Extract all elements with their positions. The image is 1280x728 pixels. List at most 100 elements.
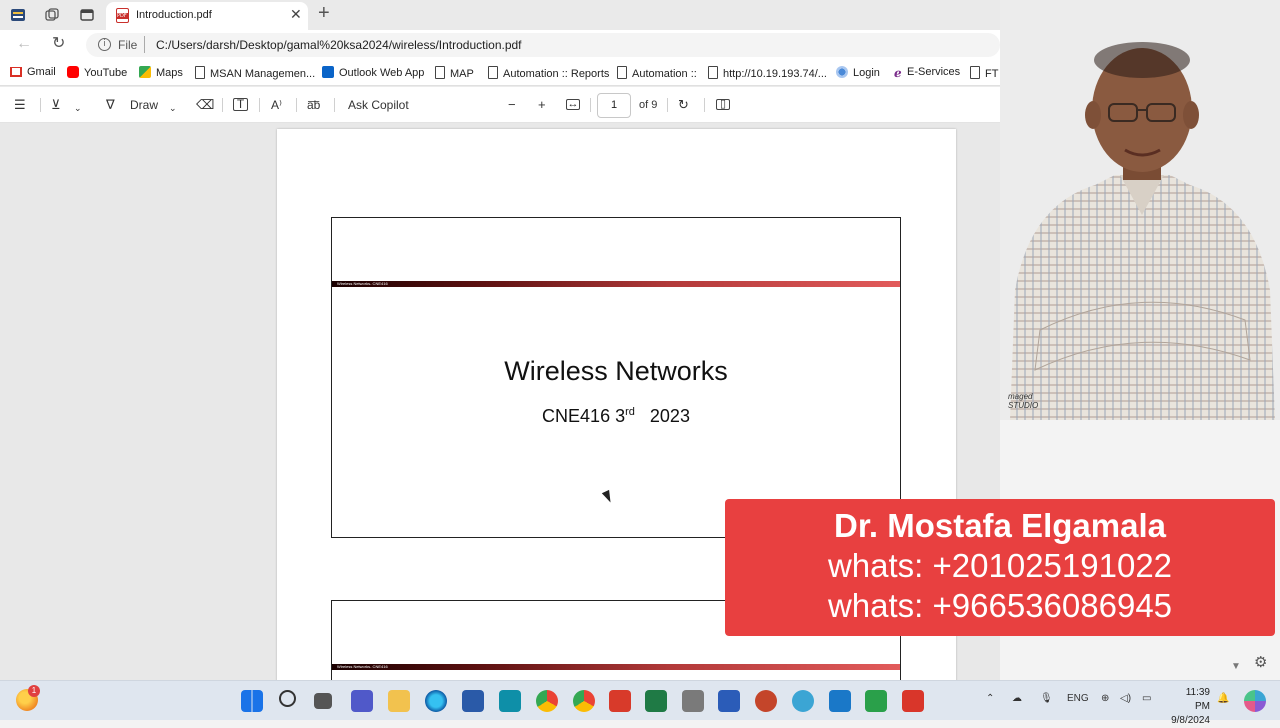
slide-1: Wireless Networks- CNE416 Wireless Netwo… — [331, 217, 901, 538]
text-box-icon[interactable]: T — [233, 98, 248, 111]
ask-copilot-button[interactable]: Ask Copilot — [348, 97, 409, 113]
microphone-icon[interactable]: 🎙 — [1040, 693, 1053, 704]
chevron-down-icon[interactable]: ⌄ — [74, 100, 82, 116]
fit-width-icon[interactable]: ↔ — [566, 99, 580, 110]
network-app-icon[interactable] — [792, 690, 814, 712]
task-view-icon[interactable] — [314, 693, 332, 709]
bookmark-automation[interactable]: Automation :: — [617, 66, 697, 80]
taskbar: 1 ⌃ ☁ 🎙 ENG ⊕ ◁) ▭ 11:39 PM 9/8/2024 🔔 — [0, 680, 1280, 726]
bookmark-eservices[interactable]: ℯ E-Services — [894, 66, 960, 79]
chrome-profile-icon[interactable] — [573, 690, 595, 712]
gear-icon[interactable]: ⚙ — [1254, 653, 1267, 671]
bookmark-map[interactable]: MAP — [435, 66, 474, 80]
bookmark-label: FT — [985, 68, 999, 80]
bookmark-ft[interactable]: FT — [970, 66, 998, 80]
eraser-icon[interactable]: ⌫ — [196, 97, 214, 113]
bookmark-msan[interactable]: MSAN Managemen... — [195, 66, 315, 80]
new-tab-icon[interactable]: + — [318, 3, 330, 23]
slide-header-band: Wireless Networks- CNE416 — [332, 664, 900, 670]
chevron-down-icon[interactable]: ⌄ — [169, 100, 177, 116]
page-icon — [435, 66, 445, 79]
bookmark-login[interactable]: Login — [836, 66, 880, 79]
bookmark-label: Outlook Web App — [339, 67, 425, 79]
bookmark-label: E-Services — [907, 66, 961, 78]
cloud-icon[interactable]: ☁ — [1012, 693, 1022, 704]
search-icon[interactable] — [279, 690, 296, 707]
store-icon[interactable] — [462, 690, 484, 712]
page-view-icon[interactable]: ▯ — [716, 99, 730, 110]
bookmark-automation-reports[interactable]: Automation :: Reports — [488, 66, 609, 80]
bookmark-label: YouTube — [84, 67, 128, 79]
app-icon[interactable] — [499, 690, 521, 712]
page-icon — [970, 66, 980, 79]
url-field[interactable]: i File C:/Users/darsh/Desktop/gamal%20ks… — [86, 33, 1000, 57]
info-icon[interactable]: i — [98, 38, 111, 51]
gmail-icon — [10, 67, 22, 77]
chevron-up-icon[interactable]: ⌃ — [986, 693, 994, 704]
url-separator — [144, 36, 145, 53]
tab-introduction-pdf[interactable]: Introduction.pdf ✕ — [106, 2, 308, 30]
tab-strip: Introduction.pdf ✕ + — [0, 0, 1000, 30]
draw-icon[interactable]: ∇ — [106, 97, 115, 113]
slide-subtitle: CNE416 3rd 2023 — [332, 406, 900, 427]
profile-icon[interactable] — [10, 7, 26, 23]
scroll-down-icon[interactable]: ▼ — [1231, 661, 1241, 672]
powerpoint-icon[interactable] — [755, 690, 777, 712]
translate-icon[interactable]: a͞b — [307, 97, 320, 113]
draw-button[interactable]: Draw — [130, 97, 158, 113]
rotate-icon[interactable]: ↻ — [678, 97, 689, 113]
read-aloud-icon[interactable]: A⁾ — [271, 97, 282, 113]
bookmark-label: Automation :: — [632, 68, 697, 80]
workspaces-icon[interactable] — [44, 7, 60, 23]
bookmark-youtube[interactable]: YouTube — [67, 66, 127, 79]
outlook-icon — [322, 66, 334, 78]
back-icon[interactable]: ← — [16, 35, 32, 53]
page-total: of 9 — [639, 99, 658, 111]
app-se-icon[interactable] — [609, 690, 631, 712]
language-indicator[interactable]: ENG — [1067, 693, 1089, 704]
battery-icon[interactable]: ▭ — [1142, 693, 1151, 704]
page-icon — [488, 66, 498, 79]
close-tab-icon[interactable]: ✕ — [290, 7, 302, 21]
edge-icon[interactable] — [425, 690, 447, 712]
notification-badge: 1 — [28, 685, 40, 697]
word-icon[interactable] — [718, 690, 740, 712]
presenter-photo — [1000, 0, 1280, 420]
bookmark-outlook[interactable]: Outlook Web App — [322, 66, 424, 79]
clock[interactable]: 11:39 PM 9/8/2024 — [1168, 686, 1210, 728]
recorder-icon[interactable] — [902, 690, 924, 712]
camtasia-icon[interactable] — [865, 690, 887, 712]
bookmark-gmail[interactable]: Gmail — [10, 66, 56, 78]
toolbar-divider — [704, 98, 705, 112]
highlight-icon[interactable]: ⊻ — [51, 97, 61, 113]
tab-actions-icon[interactable] — [79, 7, 95, 23]
youtube-icon — [67, 66, 79, 78]
zoom-in-icon[interactable]: + — [538, 97, 546, 113]
start-icon[interactable] — [241, 690, 263, 712]
volume-icon[interactable]: ◁) — [1120, 693, 1131, 704]
url-text[interactable]: C:/Users/darsh/Desktop/gamal%20ksa2024/w… — [156, 38, 522, 52]
refresh-icon[interactable]: ↻ — [52, 35, 65, 53]
address-bar: ← ↻ i File C:/Users/darsh/Desktop/gamal%… — [0, 30, 1000, 60]
chrome-icon[interactable] — [536, 690, 558, 712]
calculator-icon[interactable] — [682, 690, 704, 712]
contents-icon[interactable]: ☰ — [14, 97, 26, 113]
toolbar-divider — [296, 98, 297, 112]
bookmark-label: Gmail — [27, 66, 56, 78]
excel-icon[interactable] — [645, 690, 667, 712]
eservices-icon: ℯ — [894, 66, 902, 80]
studio-logo-line1: maged — [1008, 392, 1033, 401]
studio-logo: maged STUDIO — [1008, 392, 1038, 410]
bookmark-maps[interactable]: Maps — [139, 66, 183, 79]
zoom-out-icon[interactable]: − — [508, 97, 516, 113]
file-explorer-icon[interactable] — [388, 690, 410, 712]
webcam-overlay — [1000, 0, 1280, 420]
copilot-icon[interactable] — [1244, 690, 1266, 712]
notepad-icon[interactable] — [829, 690, 851, 712]
page-number-input[interactable]: 1 — [597, 93, 631, 118]
notifications-icon[interactable]: 🔔 — [1217, 693, 1229, 704]
globe-icon[interactable]: ⊕ — [1101, 693, 1109, 704]
bookmark-label: Maps — [156, 67, 183, 79]
bookmark-ip[interactable]: http://10.19.193.74/... — [708, 66, 827, 80]
teams-icon[interactable] — [351, 690, 373, 712]
